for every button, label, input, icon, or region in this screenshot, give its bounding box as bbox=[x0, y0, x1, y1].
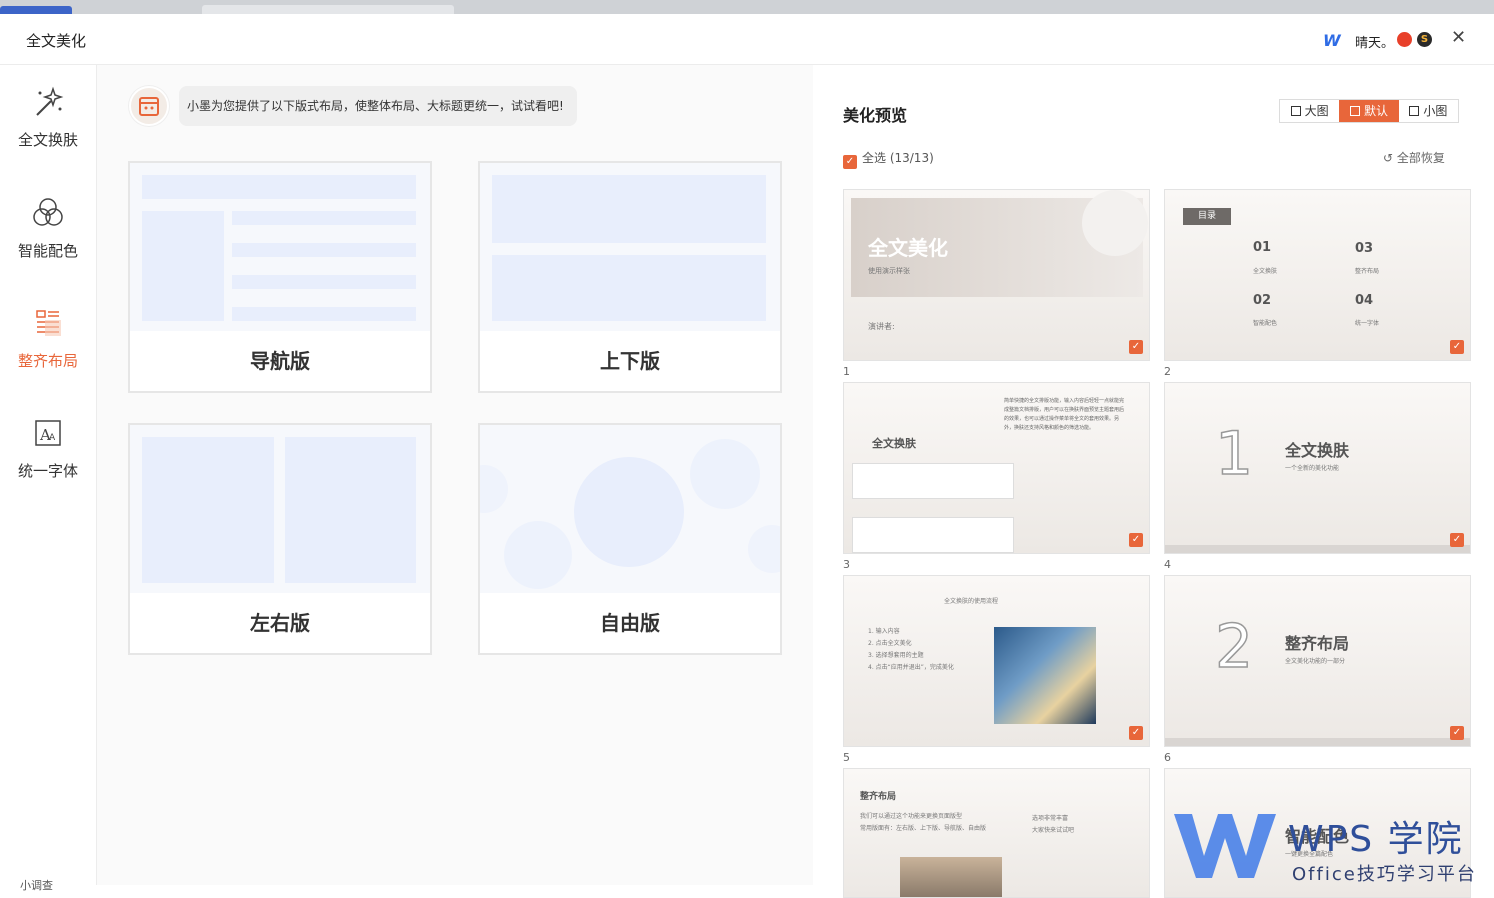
slide-title: 全文换肤的使用流程 bbox=[944, 598, 999, 605]
os-tab-active[interactable] bbox=[0, 6, 72, 14]
slide-body: 简单快捷的全文排版功能，输入内容后轻轻一点就能完成整篇文档排版，用户可以在换肤界… bbox=[1004, 398, 1125, 431]
layout-card-label: 自由版 bbox=[600, 611, 660, 635]
layout-card-free[interactable]: 自由版 bbox=[478, 423, 782, 655]
layout-thumb bbox=[130, 425, 430, 593]
slide-number: 6 bbox=[1164, 751, 1171, 764]
dots-grid-icon bbox=[1409, 106, 1420, 116]
tip-text: 小墨为您提供了以下版式布局，使整体布局、大标题更统一，试试看吧! bbox=[179, 86, 577, 126]
wps-logo-icon: W bbox=[1323, 31, 1341, 50]
svg-text:A: A bbox=[49, 433, 56, 443]
slide-checkbox[interactable]: ✓ bbox=[1129, 340, 1143, 354]
slide-title: 全文换肤 bbox=[872, 437, 916, 450]
slide-tag: 目录 bbox=[1183, 208, 1231, 225]
slide-title: 全文换肤 bbox=[1285, 441, 1350, 460]
sidebar-item-layout[interactable]: 整齐布局 bbox=[0, 306, 96, 396]
view-small-button[interactable]: 小图 bbox=[1399, 100, 1458, 122]
slide-thumb[interactable]: 全文美化 使用演示样张 演讲者: ✓ bbox=[843, 189, 1150, 361]
view-switcher: 大图 默认 小图 bbox=[1279, 99, 1459, 123]
slide-checkbox[interactable]: ✓ bbox=[1129, 726, 1143, 740]
slide-checkbox[interactable]: ✓ bbox=[1450, 533, 1464, 547]
sidebar-item-label: 全文换肤 bbox=[17, 131, 78, 149]
slide-thumb[interactable]: 目录 01 全文换肤 03 整齐布局 02 智能配色 04 统一字体 ✓ bbox=[1164, 189, 1471, 361]
assistant-box-icon bbox=[139, 97, 159, 116]
slide-number: 3 bbox=[843, 558, 850, 571]
slide-checkbox[interactable]: ✓ bbox=[1450, 726, 1464, 740]
color-circles-icon bbox=[33, 198, 63, 226]
wps-academy-watermark: WPS 学院 Office技巧学习平台 bbox=[1170, 808, 1494, 885]
layout-card-nav[interactable]: 导航版 bbox=[128, 161, 432, 393]
select-all-checkbox[interactable]: ✓ 全选 (13/13) bbox=[843, 149, 934, 169]
slide-photo bbox=[994, 627, 1096, 724]
layout-thumb bbox=[480, 425, 780, 593]
user-name[interactable]: 晴天。 bbox=[1355, 32, 1394, 51]
font-icon: A A bbox=[35, 420, 61, 446]
coin-badge-icon[interactable]: S bbox=[1417, 32, 1432, 47]
wps-academy-logo-icon bbox=[1174, 814, 1276, 878]
slide-photo bbox=[900, 857, 1002, 897]
preview-title: 美化预览 bbox=[843, 106, 908, 125]
magic-wand-icon bbox=[36, 86, 64, 116]
title-bar: 全文美化 W 晴天。 S ✕ bbox=[0, 14, 1494, 65]
sidebar-item-label: 统一字体 bbox=[17, 462, 78, 480]
slide-number: 2 bbox=[1164, 365, 1171, 378]
sidebar-item-color[interactable]: 智能配色 bbox=[0, 196, 96, 286]
survey-link[interactable]: 小调查 bbox=[20, 877, 53, 893]
preview-panel: 美化预览 大图 默认 小图 ✓ 全选 (13/13) ↺ 全部恢复 全文美化 使用… bbox=[813, 65, 1494, 898]
slide-title: 整齐布局 bbox=[860, 792, 897, 802]
slide-subtitle: 一个全新的美化功能 bbox=[1285, 465, 1340, 472]
image-icon bbox=[1290, 106, 1301, 116]
layout-thumb bbox=[130, 163, 430, 331]
layout-panel: 小墨为您提供了以下版式布局，使整体布局、大标题更统一，试试看吧! 导航版 上下版… bbox=[97, 65, 813, 885]
slide-subtitle: 全文美化功能的一部分 bbox=[1285, 658, 1346, 665]
checkbox-icon: ✓ bbox=[843, 155, 857, 169]
layout-card-top-bottom[interactable]: 上下版 bbox=[478, 161, 782, 393]
layout-card-left-right[interactable]: 左右版 bbox=[128, 423, 432, 655]
layout-thumb bbox=[480, 163, 780, 331]
assistant-avatar bbox=[129, 86, 169, 126]
slide-thumb[interactable]: 全文换肤 简单快捷的全文排版功能，输入内容后轻轻一点就能完成整篇文档排版，用户可… bbox=[843, 382, 1150, 554]
layout-card-label: 导航版 bbox=[250, 349, 310, 373]
slide-section-number: 2 bbox=[1214, 611, 1254, 683]
slide-title: 整齐布局 bbox=[1285, 634, 1350, 653]
slide-number: 1 bbox=[843, 365, 850, 378]
sidebar: 全文换肤 智能配色 整齐布局 A A 统一字体 小调查 bbox=[0, 65, 97, 892]
slide-thumb[interactable]: 全文换肤的使用流程 1. 输入内容 2. 点击全文美化 3. 选择想套用的主题 … bbox=[843, 575, 1150, 747]
slide-screenshot bbox=[852, 463, 1014, 499]
os-tab[interactable] bbox=[202, 5, 454, 14]
layout-icon bbox=[36, 310, 61, 336]
sidebar-item-label: 智能配色 bbox=[17, 242, 78, 260]
slide-checkbox[interactable]: ✓ bbox=[1129, 533, 1143, 547]
sidebar-item-font[interactable]: A A 统一字体 bbox=[0, 416, 96, 506]
slide-presenter: 演讲者: bbox=[868, 322, 895, 331]
watermark-brand: WPS 学院 bbox=[1288, 819, 1464, 860]
slide-subtitle: 使用演示样张 bbox=[868, 267, 910, 275]
slide-thumb[interactable]: 2 整齐布局 全文美化功能的一部分 ✓ bbox=[1164, 575, 1471, 747]
slide-thumb[interactable]: 1 全文换肤 一个全新的美化功能 ✓ bbox=[1164, 382, 1471, 554]
window-title: 全文美化 bbox=[26, 32, 87, 50]
os-tab-strip bbox=[0, 0, 1494, 14]
slide-checkbox[interactable]: ✓ bbox=[1450, 340, 1464, 354]
slide-screenshot bbox=[852, 517, 1014, 553]
layout-card-label: 左右版 bbox=[250, 611, 310, 635]
sidebar-item-skin[interactable]: 全文换肤 bbox=[0, 85, 96, 175]
sidebar-item-label: 整齐布局 bbox=[17, 352, 78, 370]
watermark-slogan: Office技巧学习平台 bbox=[1292, 864, 1477, 885]
slide-section-number: 1 bbox=[1214, 418, 1254, 490]
view-large-button[interactable]: 大图 bbox=[1280, 100, 1339, 122]
undo-icon: ↺ bbox=[1383, 151, 1397, 165]
slide-number: 4 bbox=[1164, 558, 1171, 571]
member-badge-icon[interactable] bbox=[1397, 32, 1412, 47]
close-icon[interactable]: ✕ bbox=[1451, 27, 1466, 48]
view-default-button[interactable]: 默认 bbox=[1339, 100, 1399, 122]
slide-thumb[interactable]: 整齐布局 我们可以通过这个功能来更换页面版型 常用版面有：左右版、上下版、导航版… bbox=[843, 768, 1150, 898]
grid-icon bbox=[1349, 106, 1360, 116]
slide-title: 全文美化 bbox=[868, 236, 948, 260]
slide-number: 5 bbox=[843, 751, 850, 764]
restore-all-button[interactable]: ↺ 全部恢复 bbox=[1383, 149, 1445, 166]
layout-card-label: 上下版 bbox=[600, 349, 660, 373]
